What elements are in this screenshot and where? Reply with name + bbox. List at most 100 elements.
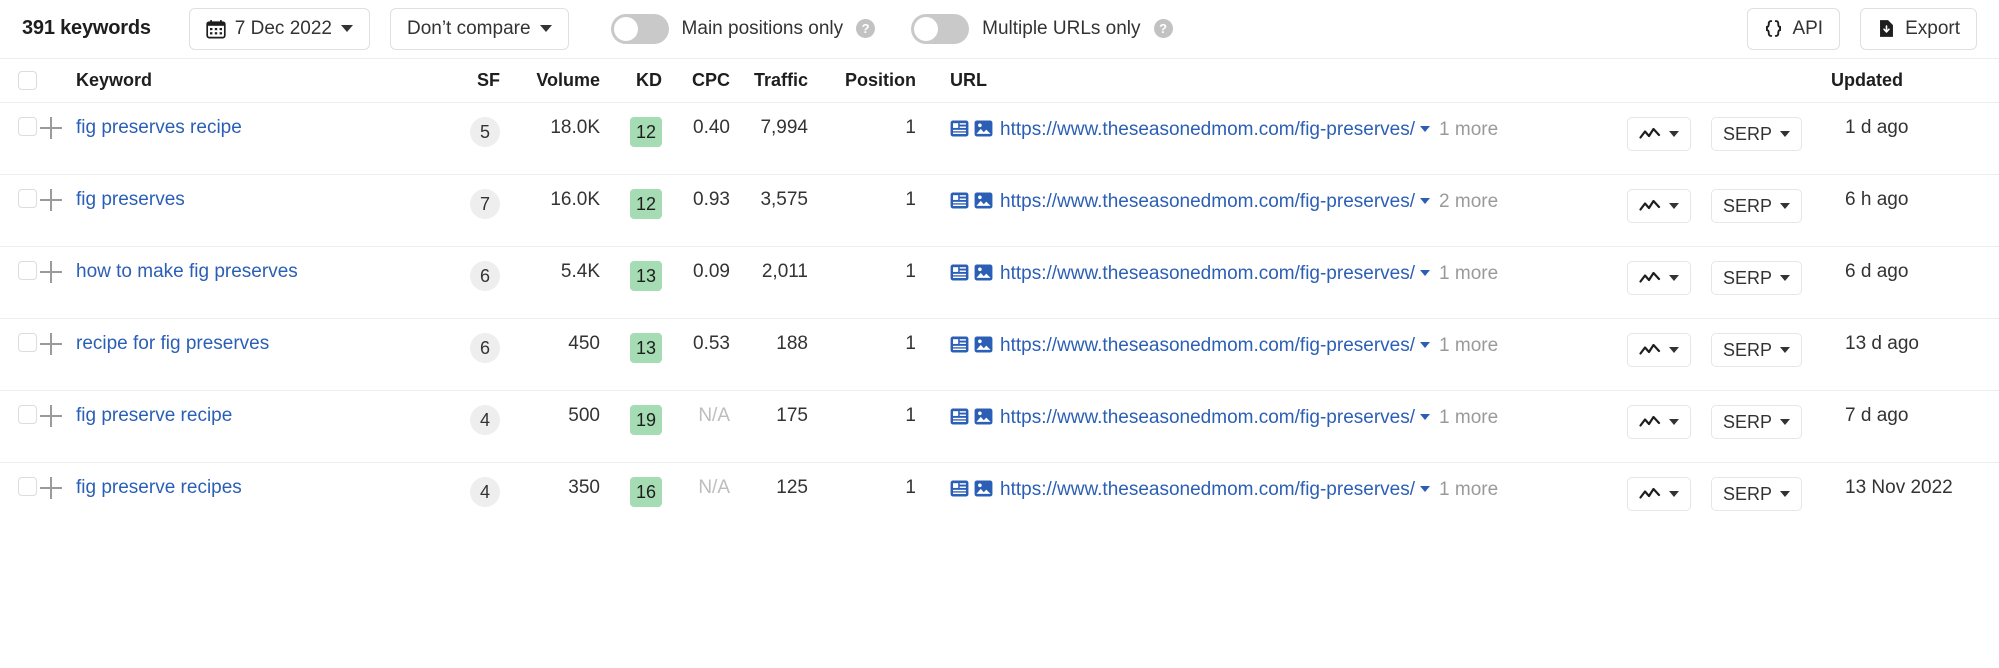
url-expand-caret-icon[interactable] (1420, 342, 1430, 348)
url-link[interactable]: https://www.theseasonedmom.com/fig-prese… (1000, 119, 1415, 140)
position-history-button[interactable] (1627, 477, 1691, 511)
url-more-count[interactable]: 2 more (1439, 191, 1498, 212)
image-pack-icon[interactable] (974, 407, 993, 426)
date-picker-button[interactable]: 7 Dec 2022 (189, 8, 370, 50)
url-expand-caret-icon[interactable] (1420, 414, 1430, 420)
add-to-list-icon[interactable] (40, 261, 62, 283)
header-keyword[interactable]: Keyword (72, 70, 402, 91)
url-link[interactable]: https://www.theseasonedmom.com/fig-prese… (1000, 407, 1415, 428)
sf-badge[interactable]: 7 (470, 189, 500, 219)
featured-snippet-icon[interactable] (950, 335, 969, 354)
add-to-list-icon[interactable] (40, 333, 62, 355)
compare-dropdown-button[interactable]: Don’t compare (390, 8, 569, 50)
header-position[interactable]: Position (808, 70, 916, 91)
url-more-count[interactable]: 1 more (1439, 119, 1498, 140)
url-expand-caret-icon[interactable] (1420, 270, 1430, 276)
url-more-count[interactable]: 1 more (1439, 479, 1498, 500)
keyword-link[interactable]: recipe for fig preserves (76, 333, 269, 354)
row-checkbox[interactable] (18, 117, 37, 136)
position-history-button[interactable] (1627, 261, 1691, 295)
toggle-knob (914, 17, 938, 41)
image-pack-icon[interactable] (974, 335, 993, 354)
keyword-link[interactable]: fig preserves recipe (76, 117, 242, 138)
header-kd[interactable]: KD (600, 70, 662, 91)
url-link[interactable]: https://www.theseasonedmom.com/fig-prese… (1000, 263, 1415, 284)
keyword-link[interactable]: how to make fig preserves (76, 261, 298, 282)
image-pack-icon[interactable] (974, 119, 993, 138)
featured-snippet-icon[interactable] (950, 263, 969, 282)
add-to-list-icon[interactable] (40, 117, 62, 139)
serp-button[interactable]: SERP (1711, 261, 1802, 295)
sf-badge[interactable]: 5 (470, 117, 500, 147)
image-pack-icon[interactable] (974, 191, 993, 210)
row-checkbox[interactable] (18, 405, 37, 424)
help-icon[interactable]: ? (856, 19, 875, 38)
sf-badge[interactable]: 4 (470, 405, 500, 435)
featured-snippet-icon[interactable] (950, 191, 969, 210)
url-more-count[interactable]: 1 more (1439, 335, 1498, 356)
image-pack-icon[interactable] (974, 263, 993, 282)
url-content: https://www.theseasonedmom.com/fig-prese… (950, 189, 1627, 214)
serp-feature-icons (950, 335, 993, 354)
url-expand-caret-icon[interactable] (1420, 486, 1430, 492)
row-checkbox[interactable] (18, 189, 37, 208)
row-select-cell (0, 261, 40, 280)
sf-badge[interactable]: 6 (470, 261, 500, 291)
add-to-list-icon[interactable] (40, 189, 62, 211)
add-to-list-icon[interactable] (40, 405, 62, 427)
url-link[interactable]: https://www.theseasonedmom.com/fig-prese… (1000, 479, 1415, 500)
cell-traffic: 175 (730, 405, 808, 427)
multiple-urls-toggle[interactable] (911, 14, 969, 44)
select-all-checkbox[interactable] (18, 71, 37, 90)
featured-snippet-icon[interactable] (950, 479, 969, 498)
featured-snippet-icon[interactable] (950, 407, 969, 426)
header-cpc[interactable]: CPC (662, 70, 730, 91)
url-link[interactable]: https://www.theseasonedmom.com/fig-prese… (1000, 191, 1415, 212)
serp-button[interactable]: SERP (1711, 405, 1802, 439)
url-more-count[interactable]: 1 more (1439, 407, 1498, 428)
keyword-link[interactable]: fig preserve recipes (76, 477, 242, 498)
position-history-button[interactable] (1627, 405, 1691, 439)
url-expand-caret-icon[interactable] (1420, 198, 1430, 204)
featured-snippet-icon[interactable] (950, 119, 969, 138)
keyword-link[interactable]: fig preserve recipe (76, 405, 232, 426)
header-volume[interactable]: Volume (500, 70, 600, 91)
serp-button[interactable]: SERP (1711, 189, 1802, 223)
table-header-row: Keyword SF Volume KD CPC Traffic Positio… (0, 58, 1999, 102)
cell-position: 1 (808, 261, 916, 283)
cell-chart-action (1627, 405, 1711, 439)
row-checkbox[interactable] (18, 261, 37, 280)
cell-keyword: fig preserve recipes (72, 477, 402, 499)
header-traffic[interactable]: Traffic (730, 70, 808, 91)
cell-kd: 19 (600, 405, 662, 435)
serp-button[interactable]: SERP (1711, 117, 1802, 151)
cell-serp-action: SERP (1711, 117, 1831, 151)
url-more-count[interactable]: 1 more (1439, 263, 1498, 284)
position-history-button[interactable] (1627, 333, 1691, 367)
export-button[interactable]: Export (1860, 8, 1977, 50)
keyword-link[interactable]: fig preserves (76, 189, 185, 210)
sf-badge[interactable]: 6 (470, 333, 500, 363)
header-updated[interactable]: Updated (1831, 70, 1999, 91)
position-history-button[interactable] (1627, 117, 1691, 151)
serp-button[interactable]: SERP (1711, 333, 1802, 367)
cell-url: https://www.theseasonedmom.com/fig-prese… (916, 477, 1627, 502)
add-to-list-icon[interactable] (40, 477, 62, 499)
header-sf[interactable]: SF (402, 70, 500, 91)
serp-button[interactable]: SERP (1711, 477, 1802, 511)
url-expand-caret-icon[interactable] (1420, 126, 1430, 132)
table-row: fig preserves recipe 5 18.0K 12 0.40 7,9… (0, 102, 1999, 174)
help-icon[interactable]: ? (1154, 19, 1173, 38)
row-checkbox[interactable] (18, 477, 37, 496)
position-history-button[interactable] (1627, 189, 1691, 223)
image-pack-icon[interactable] (974, 479, 993, 498)
row-checkbox[interactable] (18, 333, 37, 352)
cell-chart-action (1627, 261, 1711, 295)
sf-badge[interactable]: 4 (470, 477, 500, 507)
main-positions-toggle[interactable] (611, 14, 669, 44)
row-select-cell (0, 117, 40, 136)
api-button[interactable]: API (1747, 8, 1840, 50)
url-link[interactable]: https://www.theseasonedmom.com/fig-prese… (1000, 335, 1415, 356)
header-url[interactable]: URL (916, 70, 1627, 91)
compare-dropdown-label: Don’t compare (407, 18, 531, 40)
